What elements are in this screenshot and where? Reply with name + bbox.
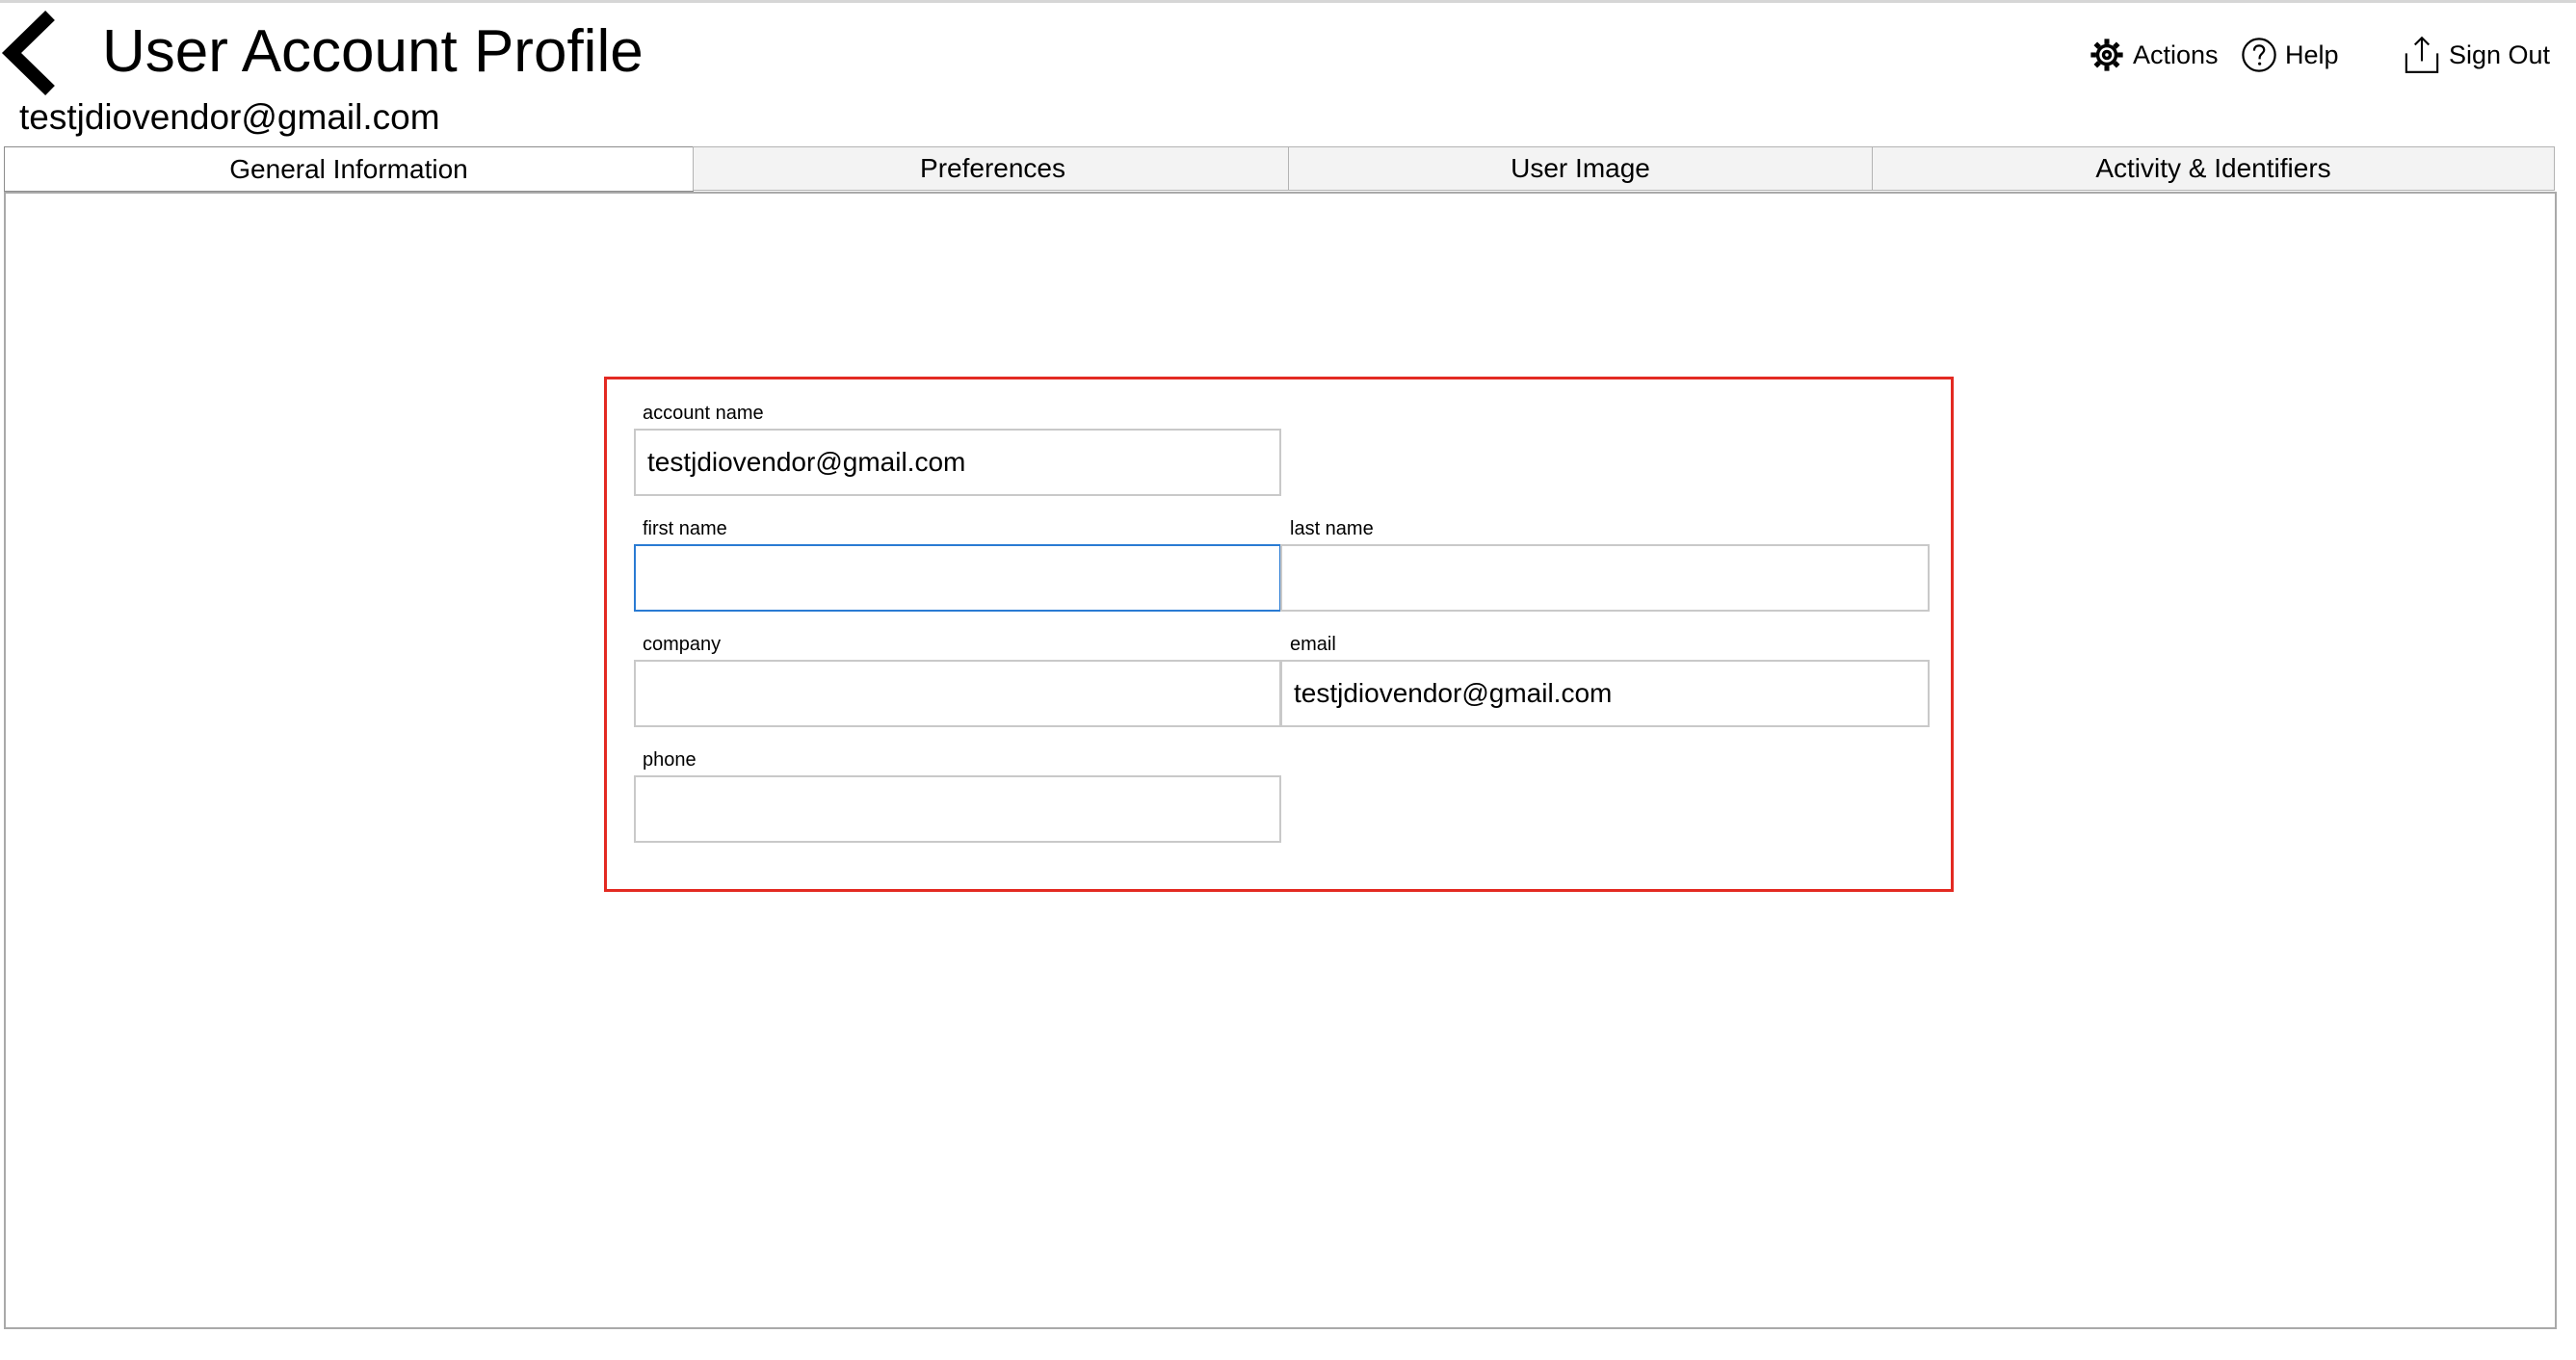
upload-arrow-icon [2405, 36, 2439, 73]
tab-label: User Image [1511, 153, 1650, 183]
actions-button[interactable]: Actions [2089, 31, 2219, 79]
tab-label: Preferences [920, 153, 1065, 183]
tab-label: General Information [229, 153, 468, 184]
general-information-form: account name first name last name compan… [604, 377, 1954, 892]
company-input[interactable] [634, 660, 1281, 727]
company-label: company [643, 634, 722, 655]
email-label: email [1290, 634, 1336, 655]
account-name-input[interactable] [634, 429, 1281, 496]
gear-icon [2090, 39, 2123, 71]
tab-user-image[interactable]: User Image [1288, 146, 1873, 191]
actions-label: Actions [2133, 40, 2219, 69]
first-name-label: first name [643, 518, 727, 539]
sign-out-button[interactable]: Sign Out [2403, 31, 2550, 79]
help-label: Help [2285, 40, 2339, 69]
last-name-label: last name [1290, 518, 1374, 539]
phone-label: phone [643, 749, 697, 771]
account-subtitle: testjdiovendor@gmail.com [19, 97, 440, 137]
tab-general-information[interactable]: General Information [4, 146, 694, 193]
top-divider [0, 0, 2576, 3]
help-button[interactable]: Help [2241, 31, 2339, 79]
tab-activity-identifiers[interactable]: Activity & Identifiers [1872, 146, 2555, 191]
first-name-input[interactable] [634, 544, 1281, 612]
header-actions: Actions Help Sign Out [0, 31, 2576, 79]
tab-bar: General Information Preferences User Ima… [4, 146, 2555, 193]
phone-input[interactable] [634, 775, 1281, 843]
account-name-label: account name [643, 403, 764, 424]
last-name-input[interactable] [1280, 544, 1930, 612]
help-circle-icon [2242, 38, 2276, 72]
sign-out-label: Sign Out [2449, 40, 2551, 69]
tab-preferences[interactable]: Preferences [693, 146, 1293, 191]
tab-label: Activity & Identifiers [2095, 153, 2331, 183]
email-input[interactable] [1280, 660, 1930, 727]
